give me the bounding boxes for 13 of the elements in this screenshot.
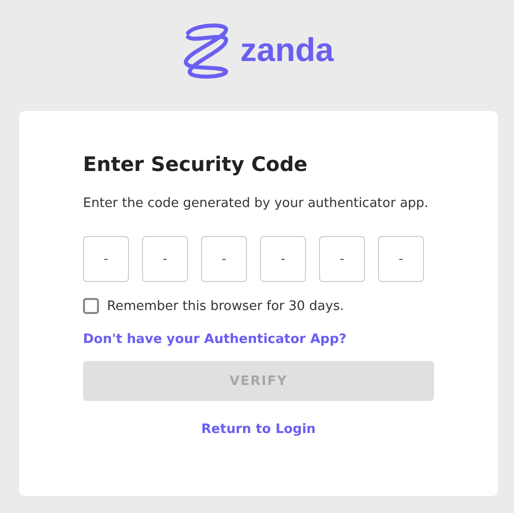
code-digit-field[interactable]: -: [319, 236, 365, 282]
help-link[interactable]: Don't have your Authenticator App?: [83, 332, 346, 347]
return-link[interactable]: Return to Login: [201, 422, 316, 437]
code-digit-field[interactable]: -: [83, 236, 129, 282]
code-digit-field[interactable]: -: [201, 236, 247, 282]
remember-label: Remember this browser for 30 days.: [107, 298, 344, 314]
code-digit-field[interactable]: -: [142, 236, 188, 282]
code-digit-field[interactable]: -: [260, 236, 306, 282]
page-title: Enter Security Code: [83, 151, 308, 178]
brand-name: zanda: [240, 31, 334, 69]
remember-checkbox[interactable]: [83, 298, 99, 314]
code-digit-field[interactable]: -: [378, 236, 424, 282]
instruction-text: Enter the code generated by your authenticator app.: [83, 195, 430, 213]
